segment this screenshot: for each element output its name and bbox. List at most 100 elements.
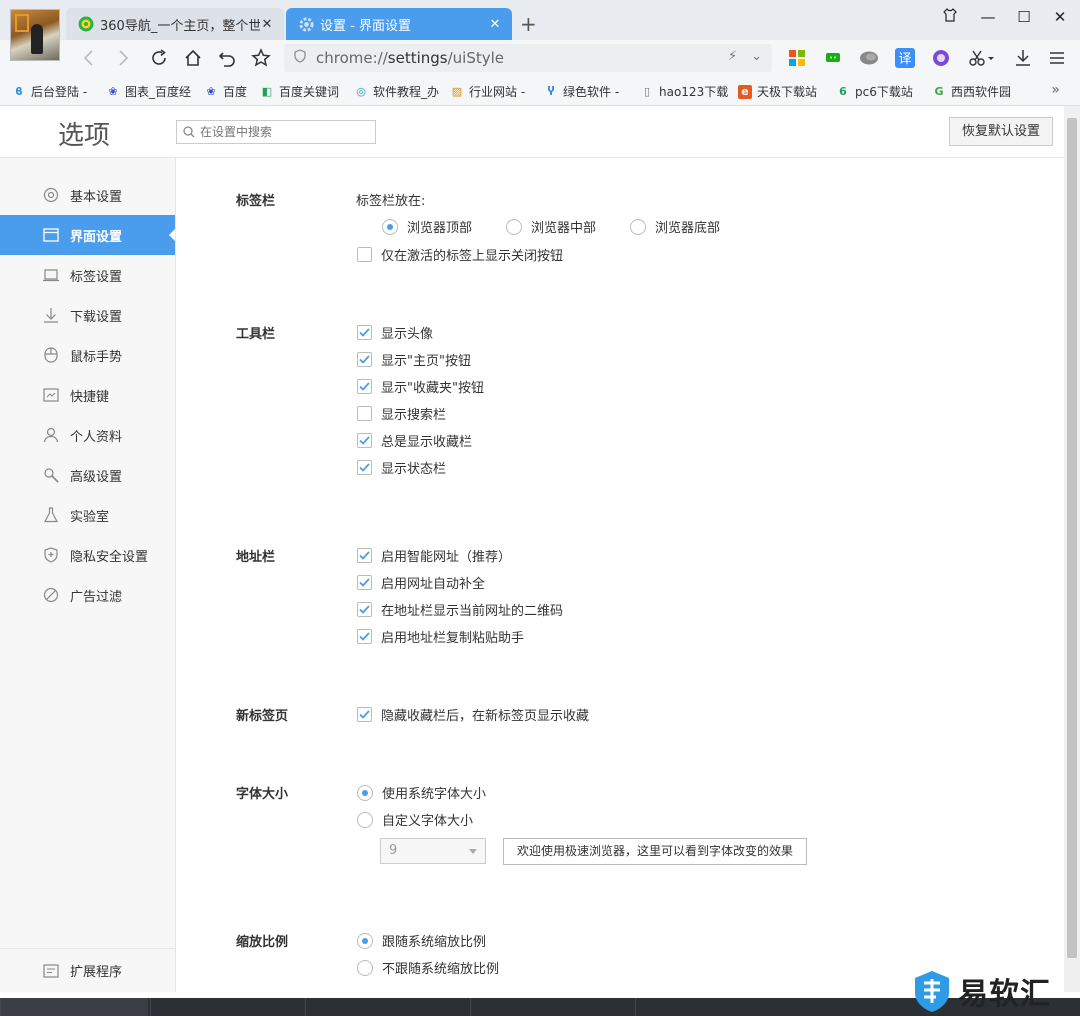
taskbar-button[interactable] — [470, 998, 630, 1016]
download-icon[interactable] — [1012, 47, 1034, 69]
search-input[interactable] — [200, 125, 370, 139]
radio-button[interactable] — [357, 784, 373, 801]
menu-hamburger-icon[interactable] — [1046, 47, 1068, 69]
sidebar-item-advanced[interactable]: 高级设置 — [0, 455, 175, 495]
checkbox[interactable] — [357, 707, 372, 722]
sidebar-item-interface[interactable]: 界面设置 — [0, 215, 175, 255]
checkbox[interactable] — [357, 325, 372, 340]
user-avatar[interactable] — [10, 9, 60, 61]
radio-follow-system-zoom[interactable]: 跟随系统缩放比例 — [357, 931, 486, 950]
undo-close-icon[interactable] — [214, 46, 240, 70]
bookmark-item[interactable]: ❀ 图表_百度经 — [106, 83, 191, 100]
page-scrollbar[interactable] — [1064, 106, 1080, 992]
green-chat-icon[interactable] — [822, 47, 844, 69]
checkbox[interactable] — [357, 460, 372, 475]
taskbar-button[interactable] — [305, 998, 465, 1016]
checkbox[interactable] — [357, 379, 372, 394]
sidebar-item-mouse-gesture[interactable]: 鼠标手势 — [0, 335, 175, 375]
chevron-down-icon[interactable]: ⌄ — [751, 49, 762, 64]
bookmark-item[interactable]: ◧ 百度关键词 — [260, 83, 339, 100]
checkbox-newtab-show-favorites[interactable]: 隐藏收藏栏后，在新标签页显示收藏 — [357, 705, 589, 724]
bookmark-item[interactable]: ▯ hao123下载 — [640, 83, 728, 100]
screenshot-scissors-icon[interactable] — [966, 47, 998, 69]
radio-button[interactable] — [357, 811, 373, 828]
checkbox-smart-url[interactable]: 启用智能网址（推荐） — [357, 546, 511, 565]
checkbox-show-avatar[interactable]: 显示头像 — [357, 323, 433, 342]
translate-icon[interactable]: 译 — [894, 47, 916, 69]
checkbox-url-qrcode[interactable]: 在地址栏显示当前网址的二维码 — [357, 600, 563, 619]
radio-tabbar-top[interactable]: 浏览器顶部 — [382, 217, 472, 236]
radio-button[interactable] — [357, 932, 373, 949]
close-window-icon[interactable]: ✕ — [1042, 8, 1078, 28]
bookmark-item[interactable]: e 天极下载站 — [738, 83, 817, 100]
sidebar-item-download[interactable]: 下载设置 — [0, 295, 175, 335]
forward-icon[interactable] — [110, 46, 136, 70]
checkbox-show-searchbar[interactable]: 显示搜索栏 — [357, 404, 446, 423]
home-icon[interactable] — [180, 46, 206, 70]
font-preview-button[interactable]: 欢迎使用极速浏览器，这里可以看到字体改变的效果 — [503, 838, 807, 865]
bookmark-item[interactable]: ◎ 软件教程_办 — [354, 83, 439, 100]
shirt-skin-icon[interactable] — [932, 8, 968, 28]
checkbox[interactable] — [357, 575, 372, 590]
radio-button[interactable] — [357, 959, 373, 976]
radio-button[interactable] — [630, 218, 646, 235]
bookmark-item[interactable]: Ⴤ 绿色软件 - — [544, 83, 619, 100]
cloud-chat-icon[interactable] — [858, 47, 880, 69]
settings-search[interactable] — [176, 120, 376, 144]
back-icon[interactable] — [76, 46, 102, 70]
checkbox[interactable] — [357, 406, 372, 421]
radio-button[interactable] — [382, 218, 398, 235]
bookmark-item[interactable]: 6 pc6下载站 — [836, 83, 913, 100]
address-bar[interactable]: chrome://settings/uiStyle ⚡ ⌄ — [284, 44, 772, 72]
taskbar-button[interactable] — [150, 998, 300, 1016]
checkbox[interactable] — [357, 602, 372, 617]
more-bookmarks-icon[interactable]: » — [1051, 82, 1060, 98]
radio-system-font-size[interactable]: 使用系统字体大小 — [357, 783, 486, 802]
sidebar-item-adblock[interactable]: 广告过滤 — [0, 575, 175, 615]
checkbox[interactable] — [357, 433, 372, 448]
lightning-speed-icon[interactable]: ⚡ — [728, 49, 737, 64]
checkbox-show-statusbar[interactable]: 显示状态栏 — [357, 458, 446, 477]
font-size-select[interactable]: 9 — [380, 838, 486, 864]
close-tab-icon[interactable]: ✕ — [260, 17, 274, 32]
bookmark-item[interactable]: ▨ 行业网站 - — [450, 83, 525, 100]
checkbox[interactable] — [357, 247, 372, 262]
bookmark-item[interactable]: ϐ 后台登陆 - — [12, 83, 87, 100]
checkbox-show-home[interactable]: 显示"主页"按钮 — [357, 350, 471, 369]
radio-button[interactable] — [506, 218, 522, 235]
new-tab-icon[interactable]: + — [520, 12, 537, 36]
tab-settings[interactable]: 设置 - 界面设置 ✕ — [286, 8, 512, 40]
reset-defaults-button[interactable]: 恢复默认设置 — [949, 117, 1053, 146]
checkbox[interactable] — [357, 352, 372, 367]
checkbox-url-autocomplete[interactable]: 启用网址自动补全 — [357, 573, 485, 592]
checkbox[interactable] — [357, 548, 372, 563]
sidebar-item-basic[interactable]: 基本设置 — [0, 175, 175, 215]
bookmark-item[interactable]: ❀ 百度 — [204, 83, 247, 100]
bookmark-item[interactable]: G 西西软件园 — [932, 83, 1011, 100]
checkbox[interactable] — [357, 629, 372, 644]
sidebar-item-profile[interactable]: 个人资料 — [0, 415, 175, 455]
taskbar-button[interactable] — [0, 998, 148, 1016]
checkbox-always-show-bookmarks[interactable]: 总是显示收藏栏 — [357, 431, 472, 450]
ai-assistant-icon[interactable] — [930, 47, 952, 69]
sidebar-item-extensions[interactable]: 扩展程序 — [0, 948, 175, 992]
reload-icon[interactable] — [146, 46, 172, 70]
radio-custom-font-size[interactable]: 自定义字体大小 — [357, 810, 473, 829]
radio-tabbar-bottom[interactable]: 浏览器底部 — [630, 217, 720, 236]
minimize-icon[interactable]: — — [970, 8, 1006, 28]
checkbox-show-favorites[interactable]: 显示"收藏夹"按钮 — [357, 377, 484, 396]
maximize-icon[interactable]: ☐ — [1006, 8, 1042, 28]
sidebar-item-privacy[interactable]: 隐私安全设置 — [0, 535, 175, 575]
checkbox-close-only-active[interactable]: 仅在激活的标签上显示关闭按钮 — [357, 245, 563, 264]
radio-tabbar-middle[interactable]: 浏览器中部 — [506, 217, 596, 236]
sidebar-item-lab[interactable]: 实验室 — [0, 495, 175, 535]
checkbox-paste-assistant[interactable]: 启用地址栏复制粘贴助手 — [357, 627, 524, 646]
close-tab-icon[interactable]: ✕ — [488, 17, 502, 32]
taskbar-button[interactable] — [635, 998, 815, 1016]
apps-grid-icon[interactable] — [786, 47, 808, 69]
tab-360-navigation[interactable]: 360导航_一个主页，整个世界 ✕ — [66, 8, 284, 40]
radio-custom-zoom[interactable]: 不跟随系统缩放比例 — [357, 958, 499, 977]
sidebar-item-shortcuts[interactable]: 快捷键 — [0, 375, 175, 415]
bookmark-star-icon[interactable] — [248, 46, 274, 70]
scrollbar-thumb[interactable] — [1067, 118, 1077, 958]
